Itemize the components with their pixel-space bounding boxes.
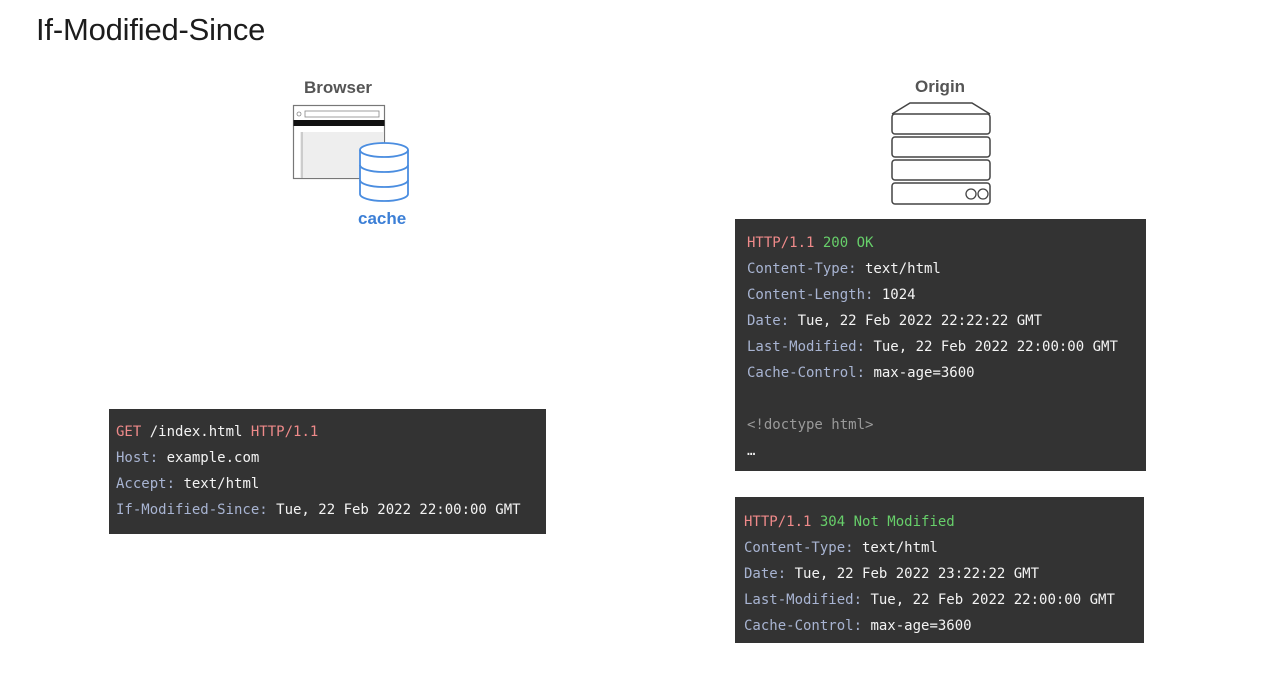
response-200-body-ellipsis: … — [747, 443, 756, 459]
response-200-status-line: HTTP/1.1 200 OK — [747, 235, 874, 251]
response-200-header: Date: Tue, 22 Feb 2022 22:22:22 GMT — [747, 313, 1043, 329]
response-304-header: Last-Modified: Tue, 22 Feb 2022 22:00:00… — [744, 592, 1115, 608]
response-304-status-line: HTTP/1.1 304 Not Modified — [744, 514, 955, 530]
response-304-header: Cache-Control: max-age=3600 — [744, 618, 972, 634]
origin-label: Origin — [915, 77, 966, 96]
request-header-host: Host: example.com — [116, 450, 260, 466]
browser-window-icon — [292, 104, 409, 202]
request-protocol: HTTP/1.1 — [250, 424, 319, 440]
response-304-header: Date: Tue, 22 Feb 2022 23:22:22 GMT — [744, 566, 1040, 582]
page-title: If-Modified-Since — [36, 12, 266, 47]
request-line: GET /index.html HTTP/1.1 — [116, 419, 546, 445]
request-code-block: GET /index.html HTTP/1.1 Host: example.c… — [109, 409, 546, 534]
cache-database-icon — [359, 142, 409, 202]
response-200-header: Last-Modified: Tue, 22 Feb 2022 22:00:00… — [747, 339, 1118, 355]
request-header-accept: Accept: text/html — [116, 476, 260, 492]
response-304-header: Content-Type: text/html — [744, 540, 938, 556]
response-200-header: Cache-Control: max-age=3600 — [747, 365, 975, 381]
response-200-header: Content-Length: 1024 — [747, 287, 916, 303]
response-200-code-block: HTTP/1.1 200 OK Content-Type: text/html … — [735, 219, 1146, 471]
request-method: GET — [116, 424, 142, 440]
request-path: /index.html — [141, 424, 251, 440]
response-200-header: Content-Type: text/html — [747, 261, 941, 277]
response-304-code-block: HTTP/1.1 304 Not Modified Content-Type: … — [735, 497, 1144, 643]
cache-label: cache — [358, 209, 407, 228]
request-header-if-modified-since: If-Modified-Since: Tue, 22 Feb 2022 22:0… — [116, 502, 521, 518]
response-200-body-doctype: <!doctype html> — [747, 417, 874, 433]
server-stack-icon — [891, 102, 991, 205]
browser-label: Browser — [304, 78, 373, 97]
